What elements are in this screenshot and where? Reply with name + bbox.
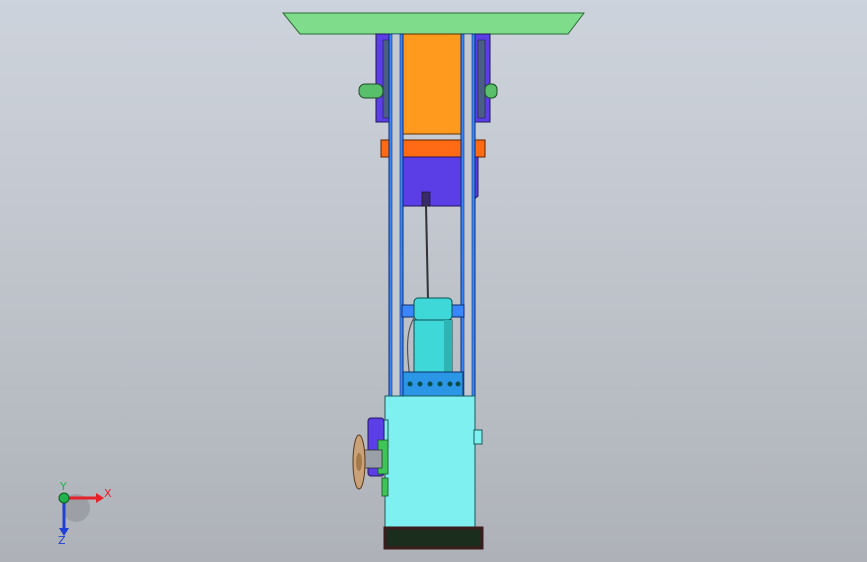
bottom-gasket[interactable] — [383, 526, 484, 550]
left-frame-rod-inner — [391, 33, 401, 405]
right-bracket-inner — [477, 39, 486, 119]
z-axis-label: Z — [58, 534, 66, 546]
actuator-cylinder[interactable] — [400, 33, 464, 135]
right-pivot-pin[interactable] — [484, 83, 498, 99]
piston-rod-sleeve — [421, 191, 431, 207]
x-axis-label: X — [104, 487, 112, 500]
piston-rod[interactable] — [425, 204, 429, 301]
gearbox-foot — [381, 477, 389, 497]
valve-body-right-lug — [473, 429, 483, 445]
x-axis-arrowhead — [96, 493, 104, 503]
left-pivot-pin[interactable] — [358, 83, 384, 99]
y-axis-label: Y — [59, 482, 67, 493]
top-mounting-plate[interactable] — [281, 12, 586, 35]
bonnet-body-shadow — [444, 320, 452, 372]
right-frame-rod-inner — [463, 33, 473, 405]
y-axis-origin — [58, 492, 70, 504]
cad-viewport[interactable] — [0, 0, 867, 562]
handwheel-hub — [356, 453, 362, 471]
coordinate-triad: X Y Z — [58, 482, 112, 546]
positioner-wire — [406, 317, 415, 381]
bonnet-cap[interactable] — [413, 297, 453, 321]
valve-body[interactable] — [384, 395, 476, 529]
